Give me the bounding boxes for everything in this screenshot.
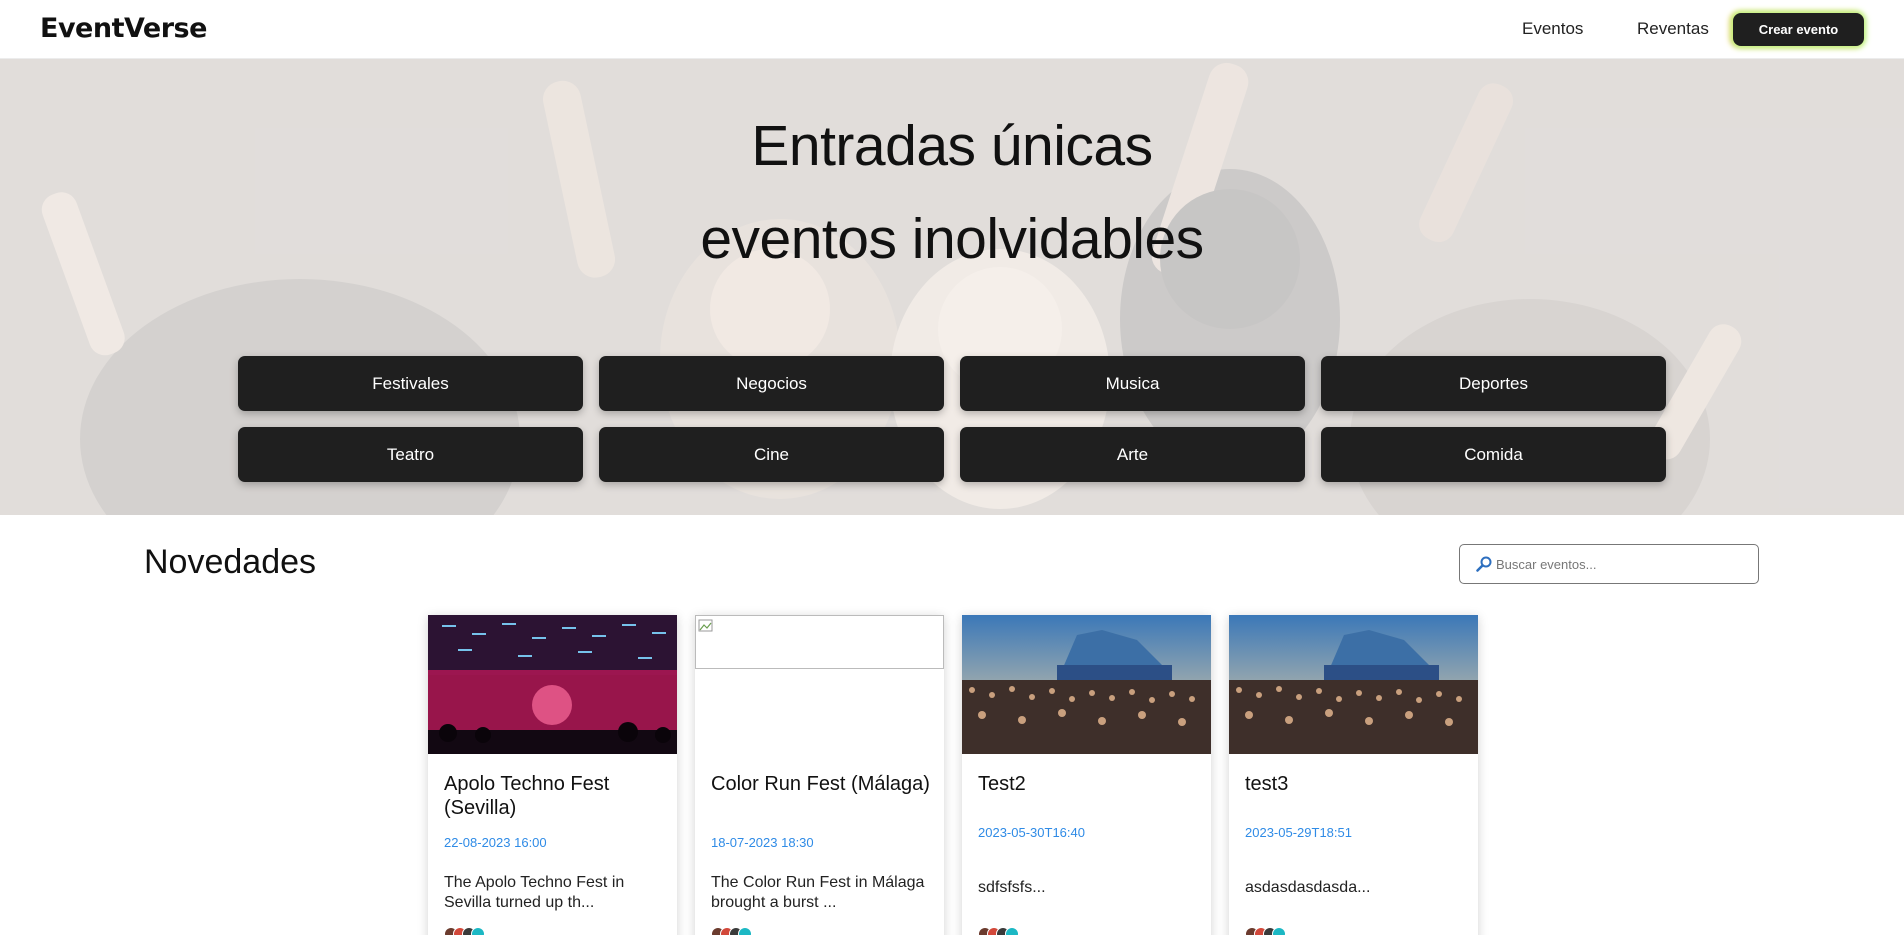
category-grid: Festivales Negocios Musica Deportes Teat…	[238, 356, 1666, 482]
hero-banner: Entradas únicas eventos inolvidables Fes…	[0, 59, 1904, 515]
event-date: 18-07-2023 18:30	[711, 835, 814, 850]
nav-link-reventas[interactable]: Reventas	[1637, 19, 1709, 39]
avatar	[471, 927, 485, 935]
event-description: sdfsfsfs...	[978, 879, 1046, 896]
attendee-avatars	[1245, 927, 1286, 935]
event-card[interactable]: Test2 2023-05-30T16:40 sdfsfsfs...	[962, 615, 1211, 935]
hero-title-line-2: eventos inolvidables	[700, 207, 1204, 271]
event-date: 22-08-2023 16:00	[444, 835, 547, 850]
category-cine-button[interactable]: Cine	[599, 427, 944, 482]
event-image-festival	[962, 615, 1211, 754]
avatar	[738, 927, 752, 935]
event-image-festival	[1229, 615, 1478, 754]
nav-link-eventos[interactable]: Eventos	[1522, 19, 1583, 39]
category-arte-button[interactable]: Arte	[960, 427, 1305, 482]
category-deportes-button[interactable]: Deportes	[1321, 356, 1666, 411]
category-negocios-button[interactable]: Negocios	[599, 356, 944, 411]
event-card[interactable]: test3 2023-05-29T18:51 asdasdasdasda...	[1229, 615, 1478, 935]
category-musica-button[interactable]: Musica	[960, 356, 1305, 411]
event-description: The Apolo Techno Fest in Sevilla turned …	[444, 874, 625, 911]
category-teatro-button[interactable]: Teatro	[238, 427, 583, 482]
search-box[interactable]	[1459, 544, 1759, 584]
event-title[interactable]: Apolo Techno Fest (Sevilla)	[444, 772, 664, 820]
event-title[interactable]: Color Run Fest (Málaga)	[711, 772, 931, 796]
hero-title-line-1: Entradas únicas	[751, 114, 1153, 178]
event-date: 2023-05-29T18:51	[1245, 825, 1352, 840]
category-comida-button[interactable]: Comida	[1321, 427, 1666, 482]
attendee-avatars	[444, 927, 485, 935]
event-title[interactable]: test3	[1245, 772, 1465, 796]
brand-logo[interactable]: EventVerse	[40, 13, 207, 44]
search-icon	[1476, 556, 1492, 572]
broken-image-icon	[698, 619, 713, 632]
top-navbar: EventVerse Eventos Reventas Crear evento	[0, 0, 1904, 59]
attendee-avatars	[978, 927, 1019, 935]
event-description: asdasdasdasda...	[1245, 879, 1371, 896]
event-date: 2023-05-30T16:40	[978, 825, 1085, 840]
search-input[interactable]	[1496, 556, 1746, 572]
section-title: Novedades	[144, 543, 317, 581]
event-image-techno	[428, 615, 677, 754]
avatar	[1272, 927, 1286, 935]
create-event-button[interactable]: Crear evento	[1733, 13, 1864, 46]
avatar	[1005, 927, 1019, 935]
event-title[interactable]: Test2	[978, 772, 1198, 796]
event-card-list: Apolo Techno Fest (Sevilla) 22-08-2023 1…	[428, 615, 1478, 935]
event-card[interactable]: Apolo Techno Fest (Sevilla) 22-08-2023 1…	[428, 615, 677, 935]
event-description: The Color Run Fest in Málaga brought a b…	[711, 874, 925, 911]
event-card[interactable]: Color Run Fest (Málaga) 18-07-2023 18:30…	[695, 615, 944, 935]
attendee-avatars	[711, 927, 752, 935]
event-image-broken	[695, 615, 944, 669]
category-festivales-button[interactable]: Festivales	[238, 356, 583, 411]
